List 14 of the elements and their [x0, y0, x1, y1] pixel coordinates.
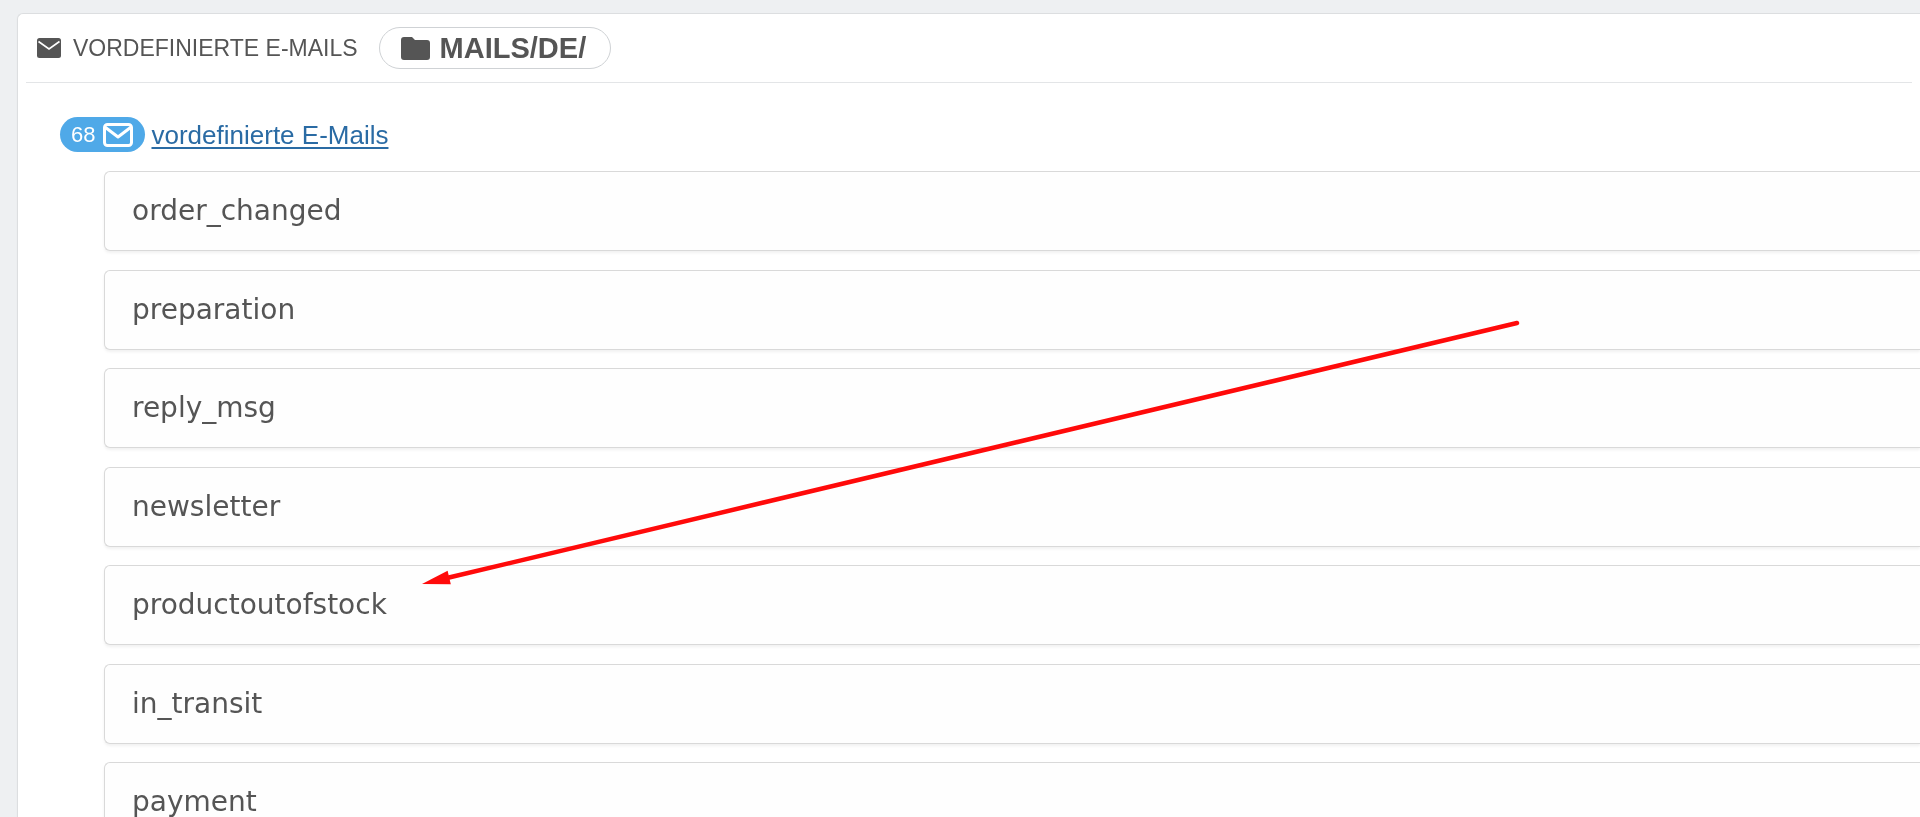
template-item[interactable]: order_changed [104, 171, 1920, 251]
folder-icon [400, 36, 430, 60]
template-item[interactable]: newsletter [104, 466, 1920, 547]
mail-count: 68 [71, 123, 96, 146]
template-item[interactable]: in_transit [104, 663, 1920, 744]
template-item[interactable]: preparation [104, 269, 1920, 350]
mail-templates-link[interactable]: vordefinierte E-Mails [151, 121, 389, 148]
template-item[interactable]: productoutofstock [104, 565, 1920, 645]
folder-path: MAILS/DE/ [439, 33, 587, 63]
panel-title: VORDEFINIERTE E-MAILS [73, 36, 358, 60]
envelope-icon [103, 122, 134, 147]
template-item[interactable]: reply_msg [104, 368, 1920, 448]
envelope-icon [37, 38, 61, 58]
template-item[interactable]: payment [104, 762, 1920, 817]
